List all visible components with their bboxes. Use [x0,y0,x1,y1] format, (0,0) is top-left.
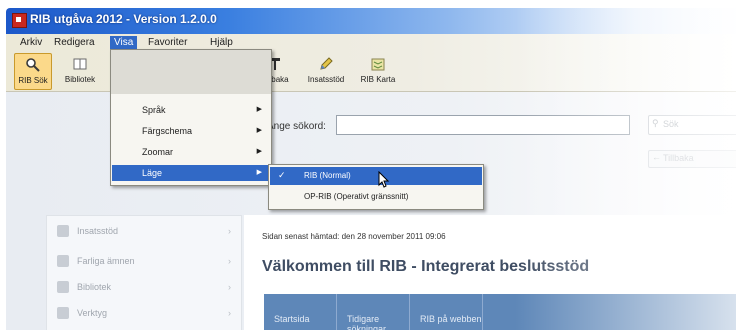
chevron-right-icon: › [228,308,231,318]
bibliotek-button[interactable]: Bibliotek [58,53,102,88]
search-input[interactable] [336,115,630,135]
menu-arkiv[interactable]: Arkiv [16,36,46,49]
app-window: RIB utgåva 2012 - Version 1.2.0.0 Arkiv … [0,0,736,330]
title-bar: RIB utgåva 2012 - Version 1.2.0.0 [6,8,736,34]
search-icon [26,58,40,72]
tab-tidigare-sokningar[interactable]: Tidigare sökningar [337,294,410,330]
app-logo-icon [12,13,27,28]
rib-karta-button[interactable]: RIB Karta [356,53,400,88]
submenu-item-rib-normal[interactable]: ✓ RIB (Normal) [270,167,482,185]
search-button-label: Sök [663,119,679,129]
back-arrow-icon: ← [652,152,661,162]
submenu-arrow-icon: ▶ [256,169,262,176]
map-icon [371,58,385,71]
chevron-right-icon: › [228,256,231,266]
rib-karta-label: RIB Karta [360,75,396,84]
lage-submenu: ✓ RIB (Normal) OP-RIB (Operativt gränssn… [268,164,484,210]
menu-item-lage[interactable]: Läge ▶ [112,165,270,181]
insatsstod-label: Insatsstöd [307,75,345,84]
nav-item-bibliotek[interactable]: Bibliotek › [55,278,235,298]
search-label: Ange sökord: [267,121,326,132]
checkmark-icon: ✓ [278,170,286,180]
welcome-heading: Välkommen till RIB - Integrerat beslutss… [262,258,590,275]
visa-menu-dropdown: Språk ▶ Färgschema ▶ Zoomar ▶ Läge ▶ [110,49,272,186]
submenu-item-label: OP-RIB (Operativt gränssnitt) [304,192,409,201]
menu-disabled-area [111,50,271,94]
menu-visa[interactable]: Visa [110,36,138,49]
back-button[interactable]: ← Tillbaka [648,150,736,168]
back-button-label: Tillbaka [663,153,694,163]
tab-bar: Startsida Tidigare sökningar RIB på webb… [264,294,736,330]
nav-item-insatsstod[interactable]: Insatsstöd › [55,222,235,242]
submenu-arrow-icon: ▶ [256,106,262,113]
chevron-right-icon: › [228,226,231,236]
insatsstod-icon [57,225,69,237]
menu-item-label: Zoomar [142,147,174,157]
last-updated-text: Sidan senast hämtad: den 28 november 201… [262,232,446,241]
nav-item-label: Farliga ämnen [77,256,135,266]
tab-label: Tidigare sökningar [347,314,387,330]
menu-item-zoomar[interactable]: Zoomar ▶ [112,144,270,160]
bibliotek-label: Bibliotek [64,75,96,84]
nav-item-label: Bibliotek [77,282,112,292]
rib-sok-label: RIB Sök [18,76,48,85]
rib-sok-button[interactable]: RIB Sök [14,53,52,90]
menu-redigera[interactable]: Redigera [50,36,99,49]
chevron-right-icon: › [228,282,231,292]
insatsstod-button[interactable]: Insatsstöd [302,53,350,88]
search-button-icon: ⚲ [652,118,659,128]
book-icon [73,58,87,70]
mouse-pointer-icon [378,171,390,188]
nav-item-farliga-amnen[interactable]: Farliga ämnen › [55,252,235,272]
menu-favoriter[interactable]: Favoriter [144,36,191,49]
menu-item-fargschema[interactable]: Färgschema ▶ [112,123,270,139]
left-navigation: Insatsstöd › Farliga ämnen › Bibliotek ›… [46,215,242,330]
person-icon [57,255,69,267]
nav-item-verktyg[interactable]: Verktyg › [55,304,235,324]
tab-startsida[interactable]: Startsida [264,294,337,330]
menu-item-sprak[interactable]: Språk ▶ [112,102,270,118]
nav-item-label: Insatsstöd [77,226,119,236]
menu-item-label: Språk [142,105,166,115]
search-button[interactable]: ⚲ Sök [648,115,736,135]
pencil-icon [320,57,333,70]
tab-label: Startsida [274,314,310,324]
menu-hjalp[interactable]: Hjälp [206,36,237,49]
nav-item-label: Verktyg [77,308,108,318]
submenu-item-op-rib[interactable]: OP-RIB (Operativt gränssnitt) [270,188,482,206]
submenu-item-label: RIB (Normal) [304,171,351,180]
tab-label: RIB på webben [420,314,482,324]
library-icon [57,281,69,293]
submenu-arrow-icon: ▶ [256,127,262,134]
window-title: RIB utgåva 2012 - Version 1.2.0.0 [30,12,217,26]
menu-item-label: Läge [142,168,163,178]
tab-rib-pa-webben[interactable]: RIB på webben [410,294,483,330]
submenu-arrow-icon: ▶ [256,148,262,155]
tool-icon [57,307,69,319]
menu-item-label: Färgschema [142,126,193,136]
